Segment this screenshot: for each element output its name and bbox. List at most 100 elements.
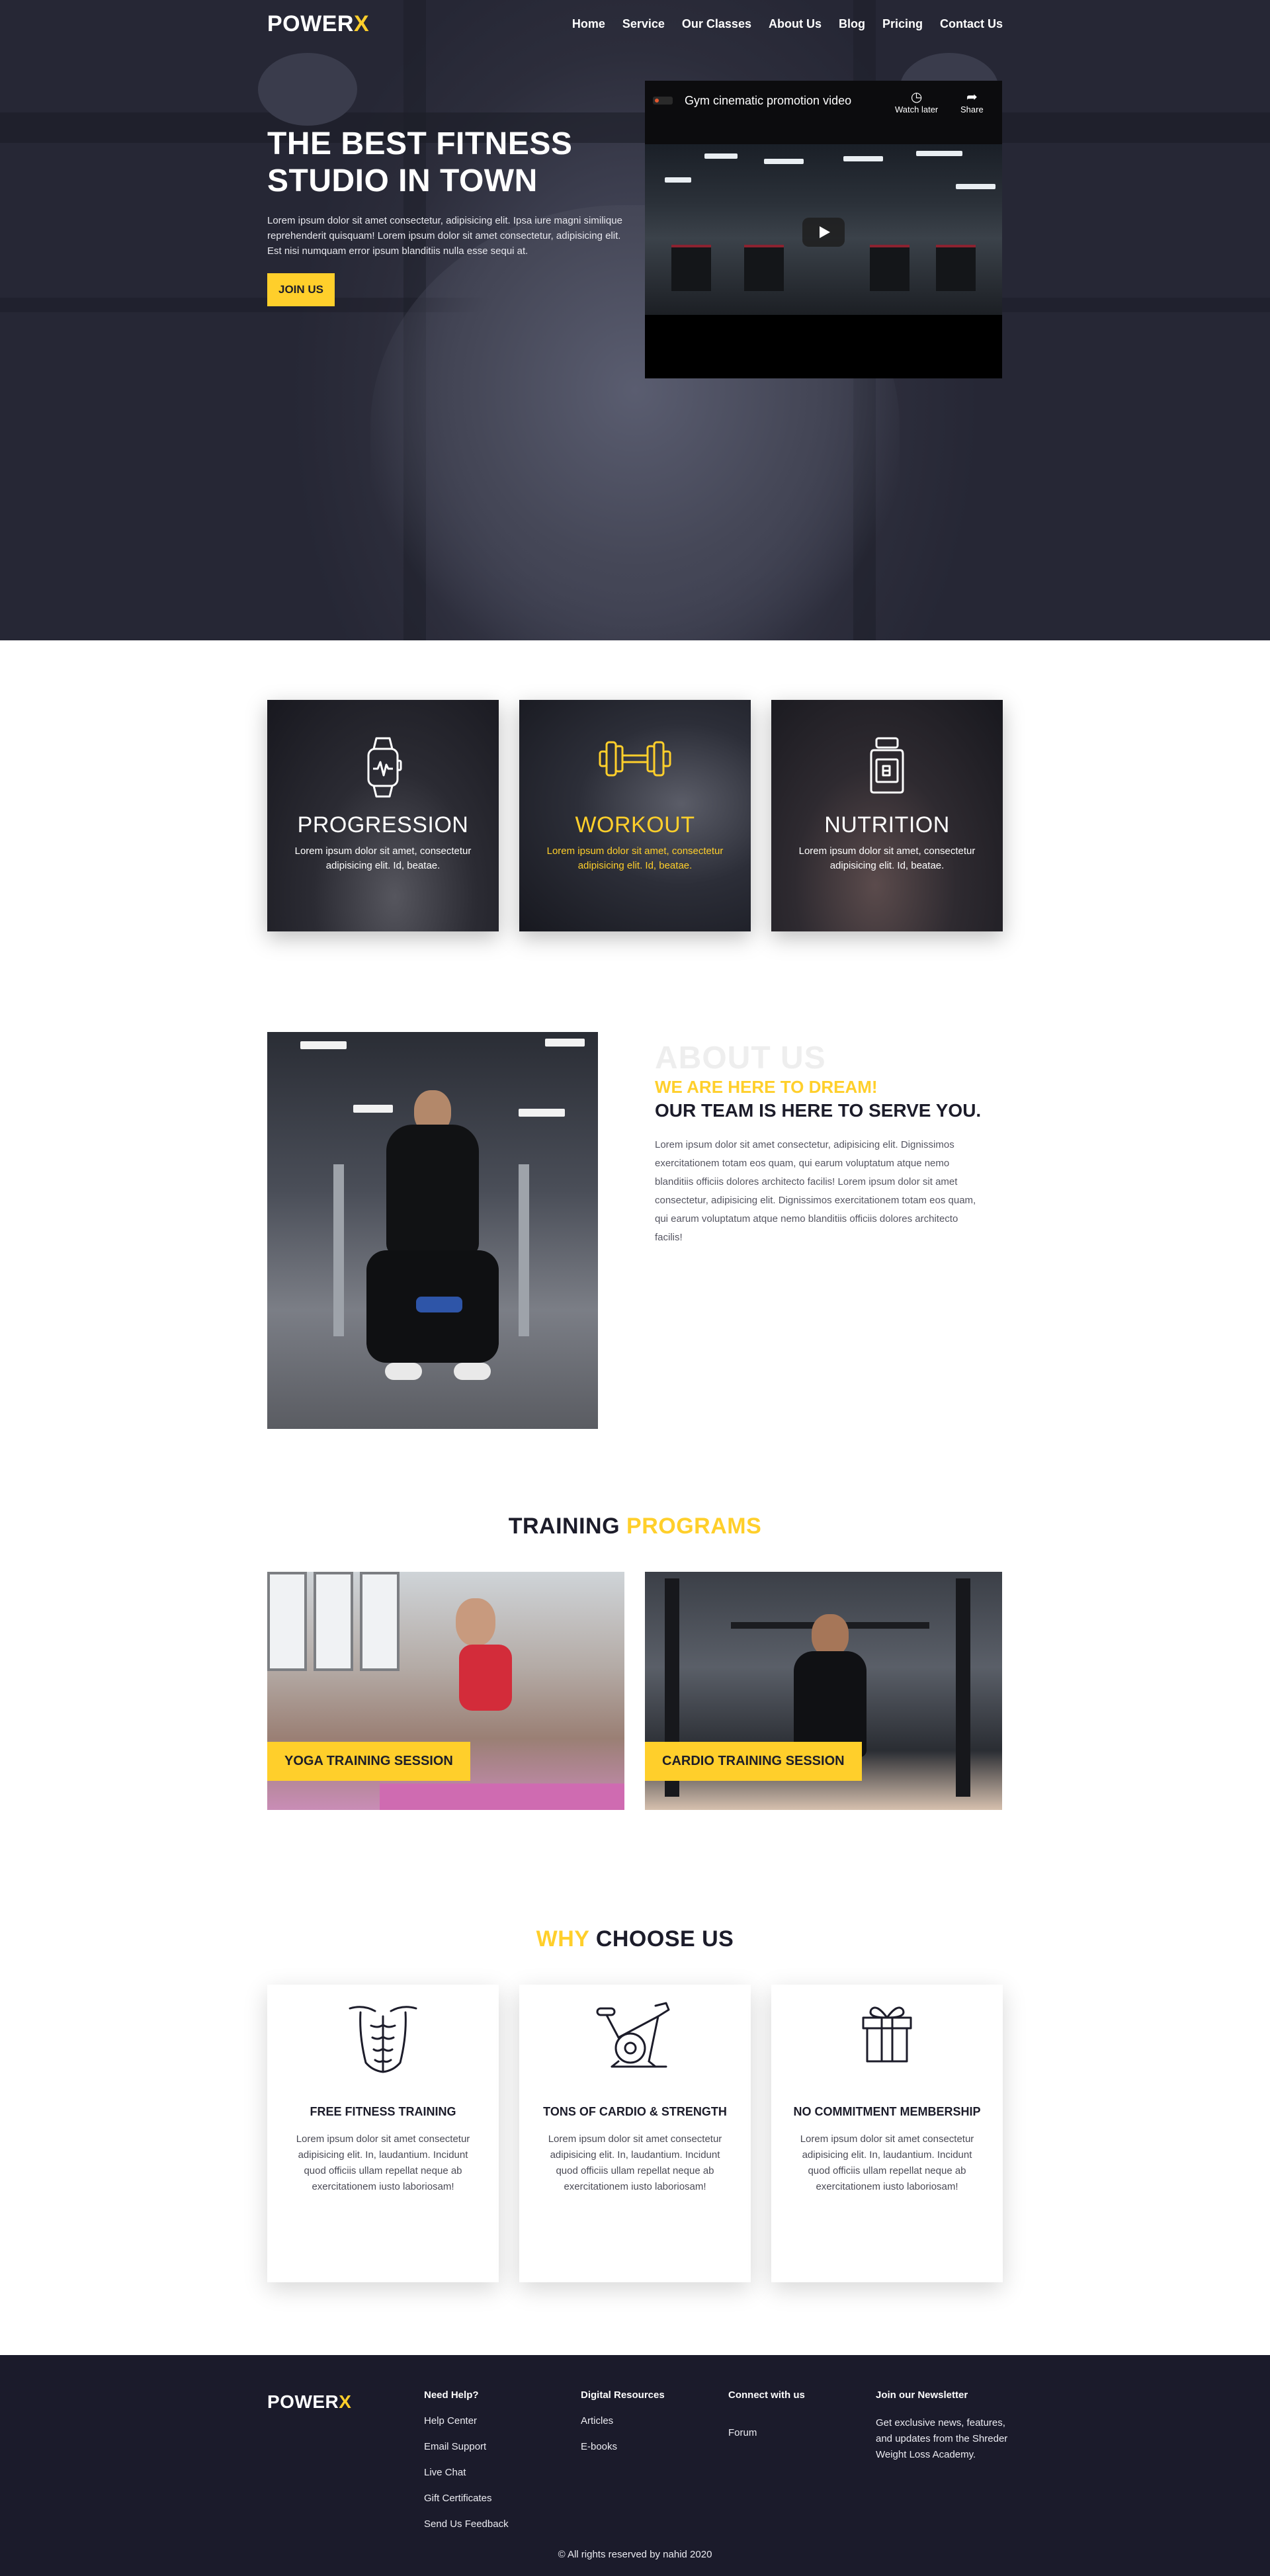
athlete-shoe — [454, 1363, 491, 1380]
video-title[interactable]: Gym cinematic promotion video — [685, 94, 851, 108]
footer-link-send-feedback[interactable]: Send Us Feedback — [424, 2518, 509, 2530]
ceiling-lamp — [545, 1039, 585, 1047]
why-section-title: WHY CHOOSE US — [536, 1926, 734, 1952]
supplement-jar-icon — [870, 737, 904, 794]
ceiling-lamp — [519, 1109, 565, 1117]
squat-rack — [333, 1164, 344, 1336]
brand-logo[interactable]: POWERX — [267, 11, 369, 37]
trainee-head — [456, 1598, 495, 1646]
why-card-description: Lorem ipsum dolor sit amet consectetur a… — [548, 2133, 722, 2192]
play-button-icon[interactable] — [802, 218, 845, 247]
nav-link-contact-us[interactable]: Contact Us — [940, 17, 1003, 31]
clock-icon: ◷ — [910, 90, 923, 105]
footer-column-help: Need Help? Help Center Email Support Liv… — [424, 2389, 509, 2544]
share-button[interactable]: ➦ Share — [960, 90, 984, 114]
gym-machine — [936, 245, 976, 291]
why-card-free-training: FREE FITNESS TRAINING Lorem ipsum dolor … — [267, 1985, 499, 2282]
hero-description: Lorem ipsum dolor sit amet consectetur, … — [267, 215, 622, 257]
watch-later-button[interactable]: ◷ Watch later — [895, 90, 938, 114]
footer-heading: Join our Newsletter — [876, 2389, 968, 2401]
why-card-title: FREE FITNESS TRAINING — [310, 2105, 456, 2118]
join-us-button[interactable]: JOIN US — [267, 273, 335, 306]
about-heading: OUR TEAM IS HERE TO SERVE YOU. — [655, 1100, 982, 1121]
why-card-title: NO COMMITMENT MEMBERSHIP — [793, 2105, 981, 2118]
share-arrow-icon: ➦ — [966, 90, 978, 105]
hero-title: THE BEST FITNESS STUDIO IN TOWN — [267, 126, 573, 198]
ceiling-light — [764, 159, 804, 164]
smartwatch-icon — [367, 737, 402, 798]
feature-title: WORKOUT — [575, 812, 695, 837]
features-section: PROGRESSION Lorem ipsum dolor sit amet, … — [267, 700, 1003, 931]
ceiling-light — [956, 184, 995, 189]
gift-box-icon — [862, 2006, 912, 2063]
training-card-yoga[interactable]: YOGA TRAINING SESSION — [267, 1572, 624, 1810]
why-card-title: TONS OF CARDIO & STRENGTH — [543, 2105, 727, 2118]
bench — [416, 1297, 462, 1312]
ceiling-light — [843, 156, 883, 161]
feature-description: Lorem ipsum dolor sit amet, consectetur … — [546, 845, 724, 871]
footer-link-live-chat[interactable]: Live Chat — [424, 2467, 509, 2478]
why-card-no-commitment: NO COMMITMENT MEMBERSHIP Lorem ipsum dol… — [771, 1985, 1003, 2282]
about-content: ABOUT US WE ARE HERE TO DREAM! OUR TEAM … — [655, 1043, 986, 1247]
about-photo — [267, 1032, 598, 1429]
why-card-cardio-strength: TONS OF CARDIO & STRENGTH Lorem ipsum do… — [519, 1985, 751, 2282]
gym-machine — [870, 245, 910, 291]
hero-section: POWERX Home Service Our Classes About Us… — [0, 0, 1270, 640]
footer-link-gift-certificates[interactable]: Gift Certificates — [424, 2493, 509, 2504]
window — [314, 1572, 353, 1671]
trainee-body — [459, 1645, 512, 1711]
ceiling-lamp — [300, 1041, 347, 1049]
feature-description: Lorem ipsum dolor sit amet, consectetur … — [798, 845, 976, 871]
promo-video-player[interactable]: Gym cinematic promotion video ◷ Watch la… — [645, 81, 1002, 378]
nav-link-service[interactable]: Service — [622, 17, 665, 31]
squat-rack — [519, 1164, 529, 1336]
feature-description: Lorem ipsum dolor sit amet, consectetur … — [294, 845, 472, 871]
nav-link-pricing[interactable]: Pricing — [882, 17, 923, 31]
video-header: Gym cinematic promotion video ◷ Watch la… — [645, 81, 1002, 144]
ceiling-light — [704, 153, 738, 159]
footer-column-connect: Connect with us Forum — [728, 2389, 805, 2453]
nav-link-blog[interactable]: Blog — [839, 17, 865, 31]
abs-torso-icon — [349, 2006, 417, 2073]
ceiling-light — [665, 177, 691, 183]
exercise-bike-icon — [596, 2002, 670, 2068]
footer-logo[interactable]: POWERX — [267, 2391, 351, 2413]
training-card-cardio[interactable]: CARDIO TRAINING SESSION — [645, 1572, 1002, 1810]
newsletter-text: Get exclusive news, features, and update… — [876, 2417, 1008, 2460]
nav-link-about-us[interactable]: About Us — [769, 17, 822, 31]
trainee-body — [794, 1651, 867, 1757]
about-body: Lorem ipsum dolor sit amet consectetur, … — [655, 1139, 976, 1243]
why-card-description: Lorem ipsum dolor sit amet consectetur a… — [800, 2133, 974, 2192]
footer-column-resources: Digital Resources Articles E-books — [581, 2389, 665, 2467]
yoga-mat — [380, 1783, 624, 1810]
training-label[interactable]: CARDIO TRAINING SESSION — [645, 1742, 862, 1781]
nav-link-our-classes[interactable]: Our Classes — [682, 17, 751, 31]
window — [267, 1572, 307, 1671]
athlete-body — [386, 1125, 479, 1257]
feature-card-nutrition[interactable]: NUTRITION Lorem ipsum dolor sit amet, co… — [771, 700, 1003, 931]
site-footer: POWERX Need Help? Help Center Email Supp… — [0, 2355, 1270, 2576]
footer-heading: Need Help? — [424, 2389, 479, 2401]
footer-link-email-support[interactable]: Email Support — [424, 2441, 509, 2452]
footer-heading: Digital Resources — [581, 2389, 665, 2401]
training-section-title: TRAINING PROGRAMS — [508, 1514, 762, 1539]
top-navbar: POWERX Home Service Our Classes About Us… — [267, 11, 1003, 37]
footer-heading: Connect with us — [728, 2389, 805, 2401]
rack-column — [956, 1578, 970, 1797]
gym-machine — [744, 245, 784, 291]
footer-link-help-center[interactable]: Help Center — [424, 2415, 509, 2426]
feature-title: PROGRESSION — [297, 812, 469, 837]
footer-link-ebooks[interactable]: E-books — [581, 2441, 665, 2452]
feature-title: NUTRITION — [824, 812, 950, 837]
nav-menu: Home Service Our Classes About Us Blog P… — [572, 17, 1003, 31]
footer-link-forum[interactable]: Forum — [728, 2427, 805, 2438]
training-label[interactable]: YOGA TRAINING SESSION — [267, 1742, 470, 1781]
channel-logo-icon[interactable] — [653, 97, 673, 105]
feature-card-progression[interactable]: PROGRESSION Lorem ipsum dolor sit amet, … — [267, 700, 499, 931]
footer-link-articles[interactable]: Articles — [581, 2415, 665, 2426]
window — [360, 1572, 400, 1671]
copyright-text: © All rights reserved by nahid 2020 — [558, 2549, 712, 2560]
feature-card-workout[interactable]: WORKOUT Lorem ipsum dolor sit amet, cons… — [519, 700, 751, 931]
trainee-head — [812, 1614, 849, 1656]
nav-link-home[interactable]: Home — [572, 17, 605, 31]
